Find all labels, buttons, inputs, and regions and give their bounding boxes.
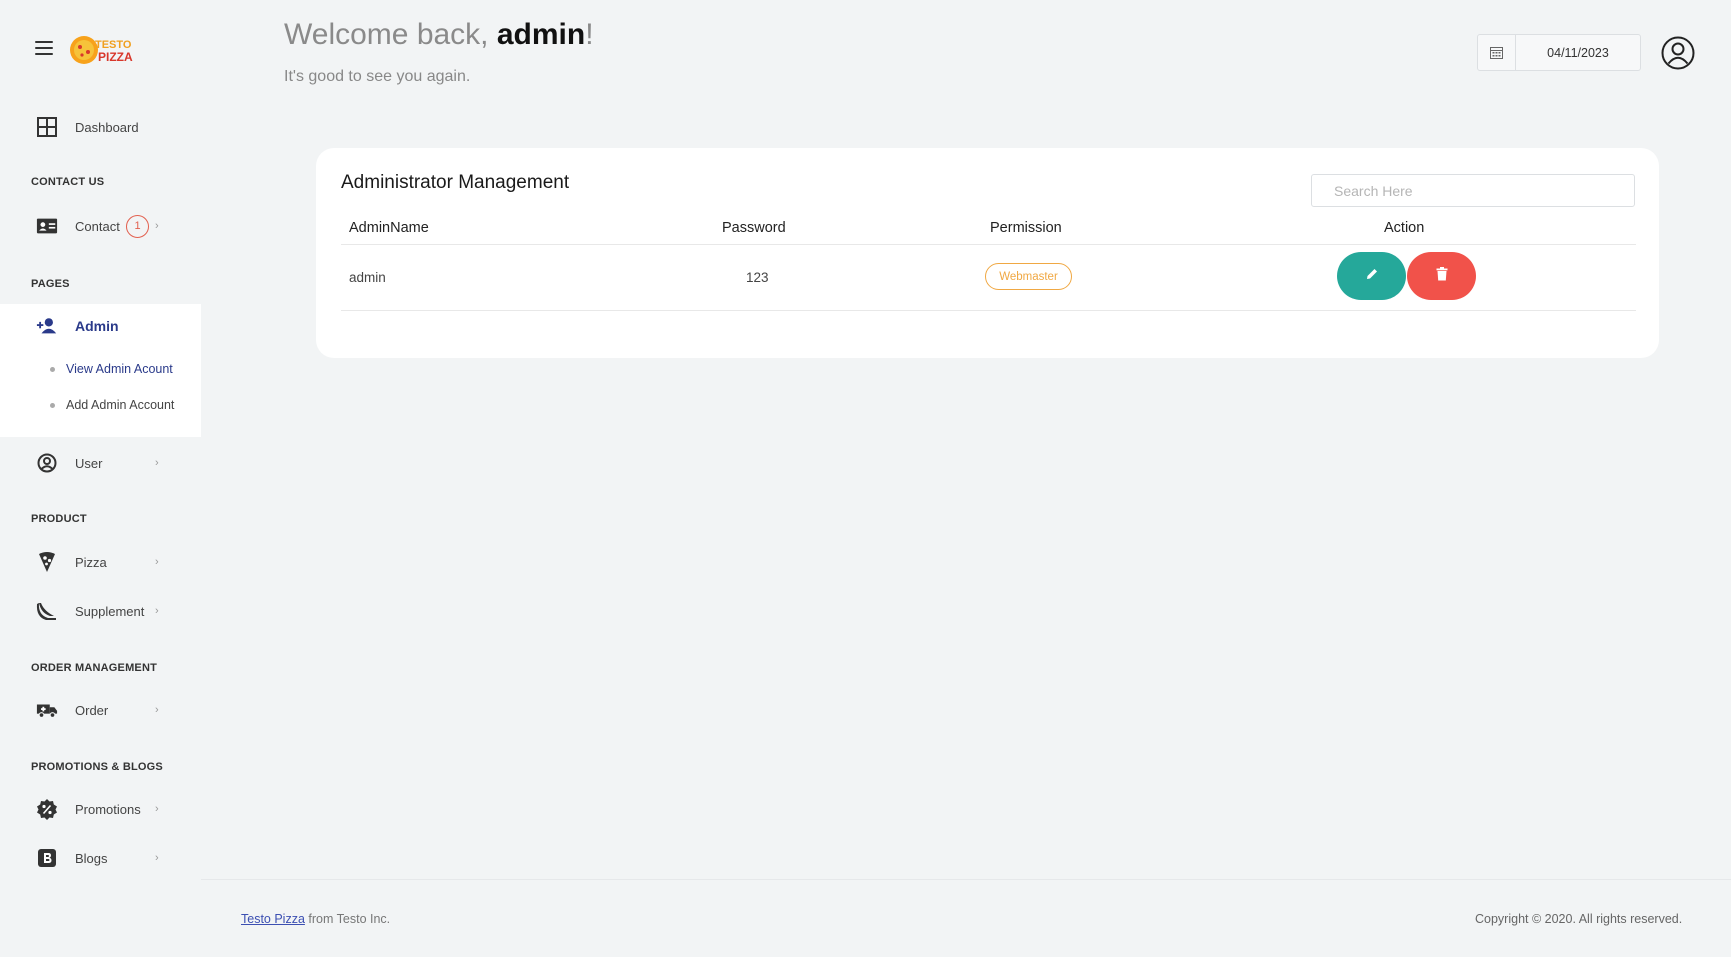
sidebar-item-dashboard[interactable]: Dashboard — [0, 104, 201, 150]
chevron-right-icon: › — [155, 704, 159, 716]
submenu-view-admin-account[interactable]: View Admin Acount — [50, 362, 173, 376]
blog-icon — [36, 847, 58, 869]
card-title: Administrator Management — [341, 172, 570, 193]
sidebar-item-label: Supplement — [75, 603, 145, 619]
chevron-right-icon: › — [155, 556, 159, 568]
column-header-action: Action — [1384, 220, 1425, 236]
sidebar-item-admin[interactable]: Admin — [0, 304, 201, 348]
welcome-heading: Welcome back, admin! — [284, 18, 594, 52]
header-divider — [341, 244, 1636, 245]
notification-badge: 1 — [126, 214, 149, 238]
profile-avatar-icon[interactable] — [1661, 36, 1695, 70]
sidebar-item-label: Admin — [75, 318, 119, 334]
drumstick-icon — [36, 600, 58, 622]
grid-icon — [36, 116, 58, 138]
section-order-management: ORDER MANAGEMENT — [31, 662, 158, 674]
sidebar-item-label: Dashboard — [75, 119, 139, 135]
discount-badge-icon — [36, 798, 58, 820]
delivery-truck-icon — [36, 699, 58, 721]
welcome-username: admin — [496, 18, 586, 51]
testo-pizza-logo[interactable]: TESTO PIZZA — [68, 30, 138, 70]
calendar-icon[interactable] — [1478, 35, 1516, 70]
section-product: PRODUCT — [31, 513, 87, 525]
sidebar-item-label: User — [75, 455, 103, 471]
sidebar-item-user[interactable]: User › — [0, 440, 201, 486]
bullet-icon — [50, 403, 55, 409]
user-circle-icon — [36, 452, 58, 474]
sidebar-item-order[interactable]: Order › — [0, 687, 201, 733]
column-header-adminname: AdminName — [349, 220, 429, 236]
svg-text:PIZZA: PIZZA — [98, 50, 133, 64]
chevron-right-icon: › — [155, 220, 159, 232]
date-value[interactable]: 04/11/2023 — [1516, 35, 1640, 70]
pizza-slice-icon — [36, 551, 58, 573]
bullet-icon — [50, 367, 55, 373]
welcome-suffix: ! — [585, 18, 594, 51]
sidebar-item-pizza[interactable]: Pizza › — [0, 539, 201, 585]
sidebar-item-supplement[interactable]: Supplement › — [0, 588, 201, 634]
contact-card-icon — [36, 215, 58, 237]
admin-submenu: Admin View Admin Acount Add Admin Accoun… — [0, 304, 201, 437]
sidebar: TESTO PIZZA Dashboard CONTACT US Contact… — [0, 0, 201, 957]
sidebar-item-label: Blogs — [75, 850, 108, 866]
sidebar-item-label: Pizza — [75, 554, 107, 570]
permission-badge: Webmaster — [985, 263, 1072, 290]
search-input[interactable] — [1311, 174, 1635, 207]
column-header-permission: Permission — [990, 220, 1062, 236]
section-pages: PAGES — [31, 278, 70, 290]
sidebar-item-contact[interactable]: Contact 1 › — [0, 203, 201, 249]
footer-divider — [201, 879, 1731, 880]
chevron-right-icon: › — [155, 803, 159, 815]
footer-copyright: Copyright © 2020. All rights reserved. — [1475, 912, 1683, 926]
pencil-icon — [1365, 267, 1379, 286]
testo-pizza-link[interactable]: Testo Pizza — [241, 912, 305, 926]
column-header-password: Password — [722, 220, 786, 236]
trash-icon — [1436, 266, 1448, 286]
chevron-right-icon: › — [155, 605, 159, 617]
edit-button[interactable] — [1337, 252, 1406, 300]
sidebar-item-label: Promotions — [75, 801, 141, 817]
sidebar-item-label: Contact — [75, 218, 120, 234]
chevron-right-icon: › — [155, 852, 159, 864]
delete-button[interactable] — [1407, 252, 1476, 300]
date-picker[interactable]: 04/11/2023 — [1477, 34, 1641, 71]
cell-password: 123 — [746, 270, 769, 285]
footer-credit: Testo Pizza from Testo Inc. — [241, 912, 390, 926]
sidebar-item-promotions[interactable]: Promotions › — [0, 786, 201, 832]
cell-adminname: admin — [349, 270, 386, 285]
user-group-icon — [36, 315, 58, 337]
sidebar-item-label: Order — [75, 702, 109, 718]
section-contact-us: CONTACT US — [31, 176, 105, 188]
chevron-right-icon: › — [155, 457, 159, 469]
sidebar-item-blogs[interactable]: Blogs › — [0, 835, 201, 881]
submenu-label: Add Admin Account — [66, 398, 175, 412]
welcome-prefix: Welcome back, — [284, 18, 497, 51]
admin-management-card: Administrator Management AdminName Passw… — [316, 148, 1659, 358]
section-promotions-blogs: PROMOTIONS & BLOGS — [31, 761, 163, 773]
row-divider — [341, 310, 1636, 311]
footer-from: from Testo Inc. — [304, 912, 391, 926]
submenu-label: View Admin Acount — [66, 362, 173, 376]
menu-icon[interactable] — [35, 41, 53, 55]
welcome-subtitle: It's good to see you again. — [284, 68, 471, 85]
submenu-add-admin-account[interactable]: Add Admin Account — [50, 398, 174, 412]
